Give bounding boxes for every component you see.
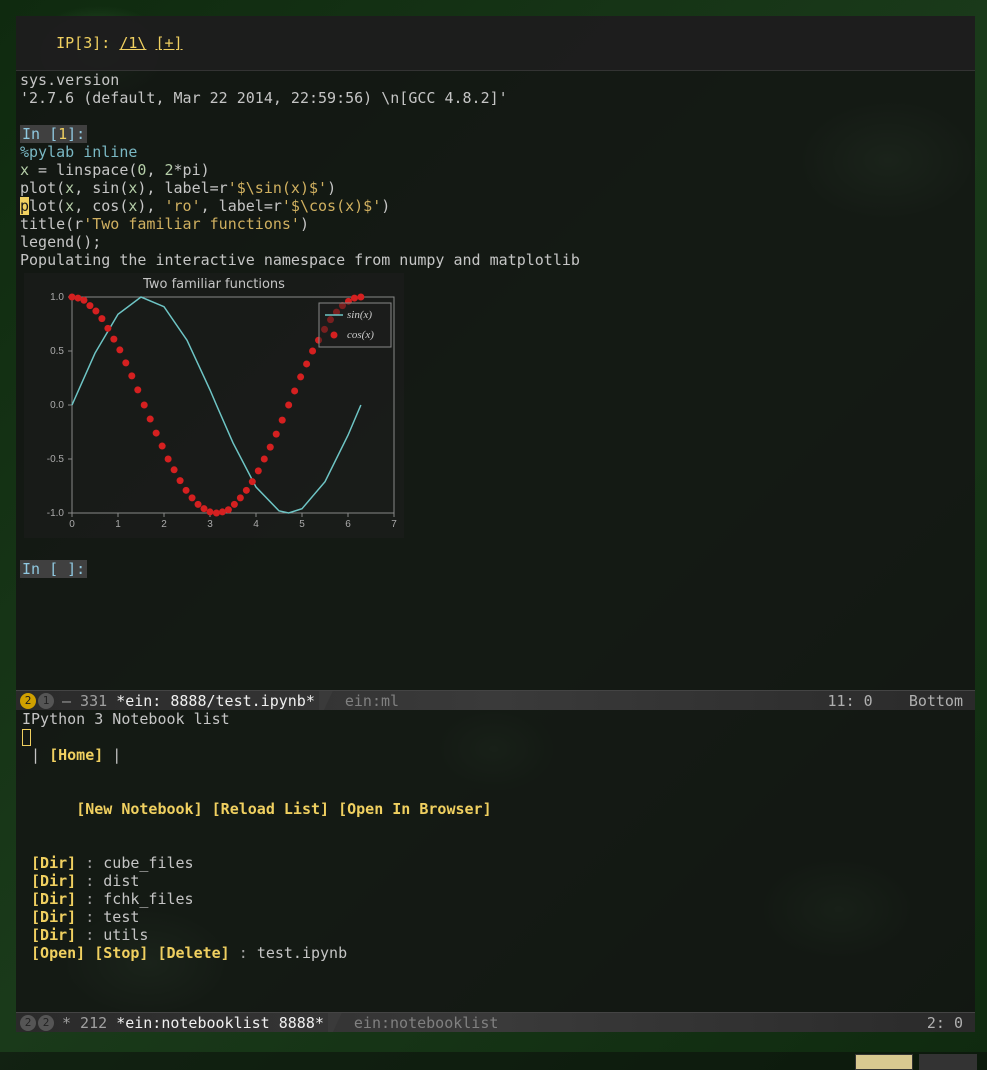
- kernel-tab-bar: IP[3]: /1\ [+]: [16, 16, 975, 71]
- code-line[interactable]: title(r'Two familiar functions'): [20, 215, 971, 233]
- breadcrumb: | [Home] |: [22, 746, 969, 764]
- svg-text:6: 6: [345, 519, 351, 530]
- output-text: Populating the interactive namespace fro…: [20, 251, 971, 269]
- prompt-in-empty[interactable]: In [ ]:: [20, 560, 971, 578]
- open-button[interactable]: [Open]: [31, 944, 85, 962]
- output-text: '2.7.6 (default, Mar 22 2014, 22:59:56) …: [20, 89, 971, 107]
- home-link[interactable]: [Home]: [49, 746, 103, 764]
- list-item: [Dir] : test: [22, 908, 969, 926]
- workspace-indicator[interactable]: 2: [20, 1015, 36, 1031]
- plot-svg: 0 1 2 3 4 5 6 7 -1.0 -0.5 0.0 0.5 1.0 sin(x) cos(x): [24, 273, 404, 538]
- dir-button[interactable]: [Dir]: [31, 908, 76, 926]
- svg-text:4: 4: [253, 519, 259, 530]
- svg-text:sin(x): sin(x): [347, 309, 372, 321]
- svg-text:cos(x): cos(x): [347, 329, 374, 341]
- svg-text:3: 3: [207, 519, 213, 530]
- workspace-indicator[interactable]: 1: [38, 693, 54, 709]
- stop-button[interactable]: [Stop]: [94, 944, 148, 962]
- modeline-bottom: 2 2 * 212 *ein:notebooklist 8888* ein:no…: [16, 1012, 975, 1032]
- dir-button[interactable]: [Dir]: [31, 890, 76, 908]
- svg-text:0.5: 0.5: [50, 346, 64, 357]
- prompt-in-1: In [1]:: [20, 125, 971, 143]
- taskbar: [0, 1052, 987, 1070]
- reload-list-button[interactable]: [Reload List]: [212, 800, 329, 818]
- svg-text:0.0: 0.0: [50, 400, 64, 411]
- cursor-hollow: [22, 729, 31, 746]
- list-item: [Dir] : dist: [22, 872, 969, 890]
- notebooklist-pane[interactable]: IPython 3 Notebook list | [Home] | [New …: [16, 710, 975, 1012]
- delete-button[interactable]: [Delete]: [157, 944, 229, 962]
- svg-text:1: 1: [115, 519, 121, 530]
- kernel-add-tab[interactable]: [+]: [155, 34, 182, 52]
- svg-text:2: 2: [161, 519, 167, 530]
- buffer-name: *ein:notebooklist 8888*: [116, 1014, 324, 1032]
- taskbar-item[interactable]: [919, 1054, 977, 1070]
- modeline-top: 2 1 — 331 *ein: 8888/test.ipynb* ein:ml …: [16, 690, 975, 710]
- svg-text:-0.5: -0.5: [47, 454, 65, 465]
- list-item: [Open] [Stop] [Delete] : test.ipynb: [22, 944, 969, 962]
- kernel-label: IP[3]:: [56, 34, 119, 52]
- taskbar-item[interactable]: [855, 1054, 913, 1070]
- dir-button[interactable]: [Dir]: [31, 854, 76, 872]
- text-cursor: p: [20, 197, 29, 215]
- workspace-indicator[interactable]: 2: [20, 693, 36, 709]
- plot-output: Two familiar functions 01234567-1.0-0.50…: [24, 273, 404, 538]
- new-notebook-button[interactable]: [New Notebook]: [76, 800, 202, 818]
- nb-list-title: IPython 3 Notebook list: [22, 710, 969, 728]
- workspace-indicator[interactable]: 2: [38, 1015, 54, 1031]
- kernel-active-tab[interactable]: /1\: [119, 34, 146, 52]
- major-mode: ein:notebooklist: [354, 1014, 499, 1032]
- code-line[interactable]: sys.version: [20, 71, 971, 89]
- list-item: [Dir] : fchk_files: [22, 890, 969, 908]
- svg-text:5: 5: [299, 519, 305, 530]
- svg-text:1.0: 1.0: [50, 292, 64, 303]
- code-line[interactable]: plot(x, cos(x), 'ro', label=r'$\cos(x)$'…: [20, 197, 971, 215]
- code-line[interactable]: x = linspace(0, 2*pi): [20, 161, 971, 179]
- major-mode: ein:ml: [345, 692, 399, 710]
- open-in-browser-button[interactable]: [Open In Browser]: [338, 800, 492, 818]
- list-item: [Dir] : cube_files: [22, 854, 969, 872]
- code-line[interactable]: %pylab inline: [20, 143, 971, 161]
- code-line[interactable]: legend();: [20, 233, 971, 251]
- svg-text:0: 0: [69, 519, 75, 530]
- svg-text:7: 7: [391, 519, 397, 530]
- list-item: [Dir] : utils: [22, 926, 969, 944]
- buffer-name: *ein: 8888/test.ipynb*: [116, 692, 315, 710]
- code-line[interactable]: plot(x, sin(x), label=r'$\sin(x)$'): [20, 179, 971, 197]
- notebook-pane[interactable]: IP[3]: /1\ [+] sys.version '2.7.6 (defau…: [16, 16, 975, 690]
- dir-button[interactable]: [Dir]: [31, 872, 76, 890]
- dir-button[interactable]: [Dir]: [31, 926, 76, 944]
- svg-text:-1.0: -1.0: [47, 508, 65, 519]
